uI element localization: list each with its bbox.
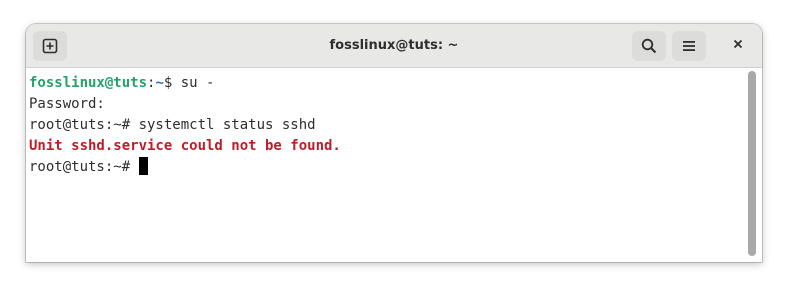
terminal-line: root@tuts:~# systemctl status sshd xyxy=(29,117,316,133)
prompt-path: ~ xyxy=(155,75,164,91)
terminal-output[interactable]: fosslinux@tuts:~$ su - Password: root@tu… xyxy=(26,68,746,262)
terminal-window: fosslinux@tuts: ~ fosslinux@tuts:~$ su -… xyxy=(26,24,762,262)
command-text: $ su - xyxy=(163,75,215,91)
prompt-user-host: fosslinux@tuts xyxy=(29,75,148,91)
new-tab-plus-icon xyxy=(42,38,58,54)
terminal-line: root@tuts:~# xyxy=(29,157,746,178)
search-icon xyxy=(641,38,657,54)
search-button[interactable] xyxy=(632,31,666,61)
close-button[interactable] xyxy=(723,31,753,61)
main-menu-button[interactable] xyxy=(672,31,706,61)
terminal-line: fosslinux@tuts:~$ su - xyxy=(29,73,746,94)
root-prompt: root@tuts:~# xyxy=(29,159,139,175)
text-cursor xyxy=(138,157,148,175)
terminal-line: Password: xyxy=(29,96,105,112)
hamburger-menu-icon xyxy=(681,38,697,54)
window-title: fosslinux@tuts: ~ xyxy=(329,38,459,53)
error-message: Unit sshd.service could not be found. xyxy=(29,138,341,154)
new-tab-button[interactable] xyxy=(33,31,67,61)
close-icon xyxy=(732,37,744,55)
vertical-scrollbar[interactable] xyxy=(748,71,756,256)
header-bar: fosslinux@tuts: ~ xyxy=(26,24,762,68)
